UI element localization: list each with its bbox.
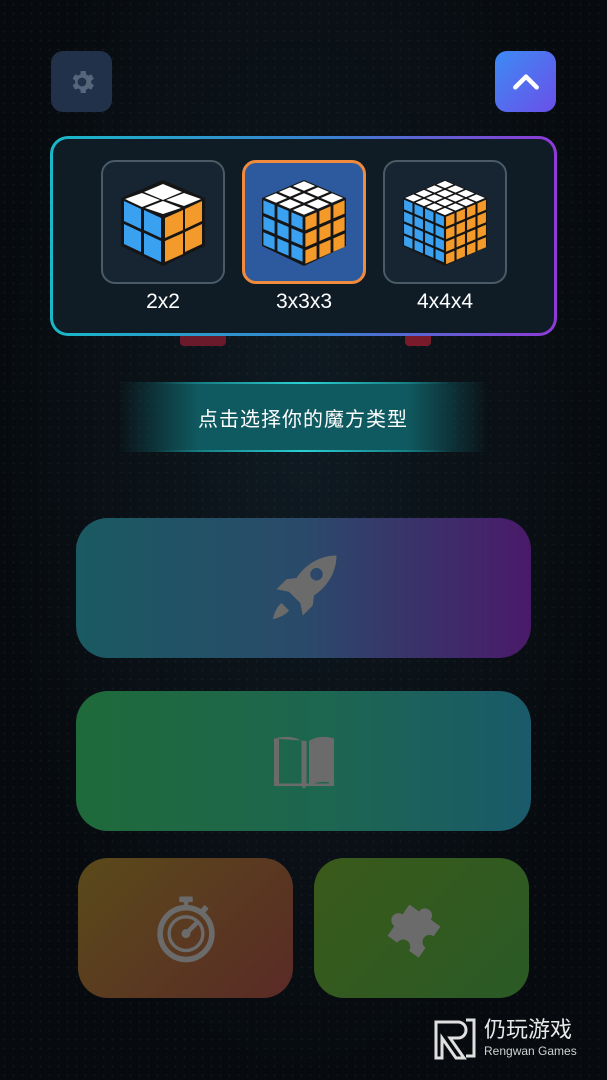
rubiks-cube-2x2-icon xyxy=(121,180,205,266)
chevron-up-icon xyxy=(512,73,539,90)
cube-option-label: 4x4x4 xyxy=(416,290,474,313)
puzzle-piece-icon xyxy=(387,904,440,958)
cube-option-2x2[interactable]: 2x2 xyxy=(101,160,225,314)
timer-button[interactable] xyxy=(78,858,293,998)
watermark-brand-cn: 仍玩游戏 xyxy=(484,1018,573,1043)
gear-icon xyxy=(72,70,94,93)
hint-text: 点击选择你的魔方类型 xyxy=(198,406,408,431)
stopwatch-icon xyxy=(156,896,215,963)
settings-button[interactable] xyxy=(51,51,112,112)
cube-option-label: 2x2 xyxy=(146,290,180,313)
watermark-brand-en: Rengwan Games xyxy=(484,1044,577,1058)
watermark: 仍玩游戏 Rengwan Games xyxy=(432,1012,592,1064)
learn-button[interactable] xyxy=(76,691,531,831)
cube-option-tile[interactable] xyxy=(242,160,366,284)
cube-option-tile[interactable] xyxy=(383,160,507,284)
rocket-icon xyxy=(272,555,336,620)
collapse-button[interactable] xyxy=(495,51,556,112)
play-button[interactable] xyxy=(76,518,531,658)
cube-option-tile[interactable] xyxy=(101,160,225,284)
book-icon xyxy=(273,736,334,789)
select-cube-hint: 点击选择你的魔方类型 xyxy=(118,382,488,452)
rubiks-cube-3x3-icon xyxy=(262,180,346,266)
cube-option-label: 3x3x3 xyxy=(275,290,333,313)
cube-option-4x4x4[interactable]: 4x4x4 xyxy=(383,160,507,314)
cube-option-3x3x3[interactable]: 3x3x3 xyxy=(242,160,366,314)
brand-logo-icon xyxy=(434,1018,476,1060)
puzzle-button[interactable] xyxy=(314,858,529,998)
rubiks-cube-4x4-icon xyxy=(403,180,487,266)
